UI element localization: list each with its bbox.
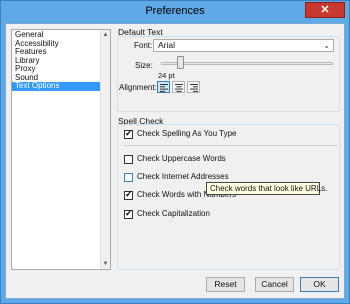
spell-check-separator bbox=[124, 145, 337, 146]
check-numbers-checkbox[interactable] bbox=[124, 189, 133, 200]
font-value: Arial bbox=[158, 40, 176, 50]
scroll-down-icon[interactable]: ▼ bbox=[101, 259, 110, 269]
title-bar[interactable]: Preferences ✕ bbox=[1, 1, 349, 22]
close-button[interactable]: ✕ bbox=[305, 2, 345, 18]
align-left-icon bbox=[160, 84, 168, 92]
check-internet-checkbox[interactable] bbox=[124, 173, 133, 182]
check-capitalization-checkbox[interactable] bbox=[124, 208, 133, 219]
sidebar-item-text-options[interactable]: Text Options bbox=[12, 81, 110, 91]
size-slider-track[interactable] bbox=[161, 62, 333, 65]
cancel-button[interactable]: Cancel bbox=[255, 277, 294, 292]
chevron-down-icon: ⌄ bbox=[323, 41, 330, 50]
check-internet-label[interactable]: Check Internet Addresses bbox=[137, 172, 229, 181]
check-spelling-label[interactable]: Check Spelling As You Type bbox=[137, 129, 236, 138]
align-center-button[interactable] bbox=[172, 81, 185, 93]
category-list[interactable]: General Accessibility Features Library P… bbox=[11, 29, 111, 270]
align-right-icon bbox=[190, 84, 198, 92]
size-slider-thumb[interactable] bbox=[177, 56, 184, 69]
align-center-icon bbox=[175, 84, 183, 92]
client-area: General Accessibility Features Library P… bbox=[5, 23, 345, 299]
alignment-label: Alignment: bbox=[119, 83, 157, 92]
sidebar-scrollbar[interactable]: ▲ ▼ bbox=[100, 30, 110, 269]
reset-button[interactable]: Reset bbox=[206, 277, 245, 292]
font-label: Font: bbox=[134, 41, 153, 50]
size-value: 24 pt bbox=[158, 71, 175, 80]
check-capitalization-label[interactable]: Check Capitalization bbox=[137, 209, 210, 218]
scroll-up-icon[interactable]: ▲ bbox=[101, 30, 110, 40]
tooltip: Check words that look like URLs. bbox=[206, 182, 327, 195]
check-uppercase-checkbox[interactable] bbox=[124, 155, 133, 164]
align-left-button[interactable] bbox=[157, 81, 170, 93]
align-right-button[interactable] bbox=[187, 81, 200, 93]
preferences-window: Preferences ✕ General Accessibility Feat… bbox=[0, 0, 350, 304]
size-label: Size: bbox=[135, 61, 153, 70]
check-uppercase-label[interactable]: Check Uppercase Words bbox=[137, 154, 226, 163]
ok-button[interactable]: OK bbox=[300, 277, 339, 292]
check-spelling-checkbox[interactable] bbox=[124, 128, 133, 139]
font-dropdown[interactable]: Arial ⌄ bbox=[153, 39, 334, 52]
window-title: Preferences bbox=[145, 5, 205, 17]
